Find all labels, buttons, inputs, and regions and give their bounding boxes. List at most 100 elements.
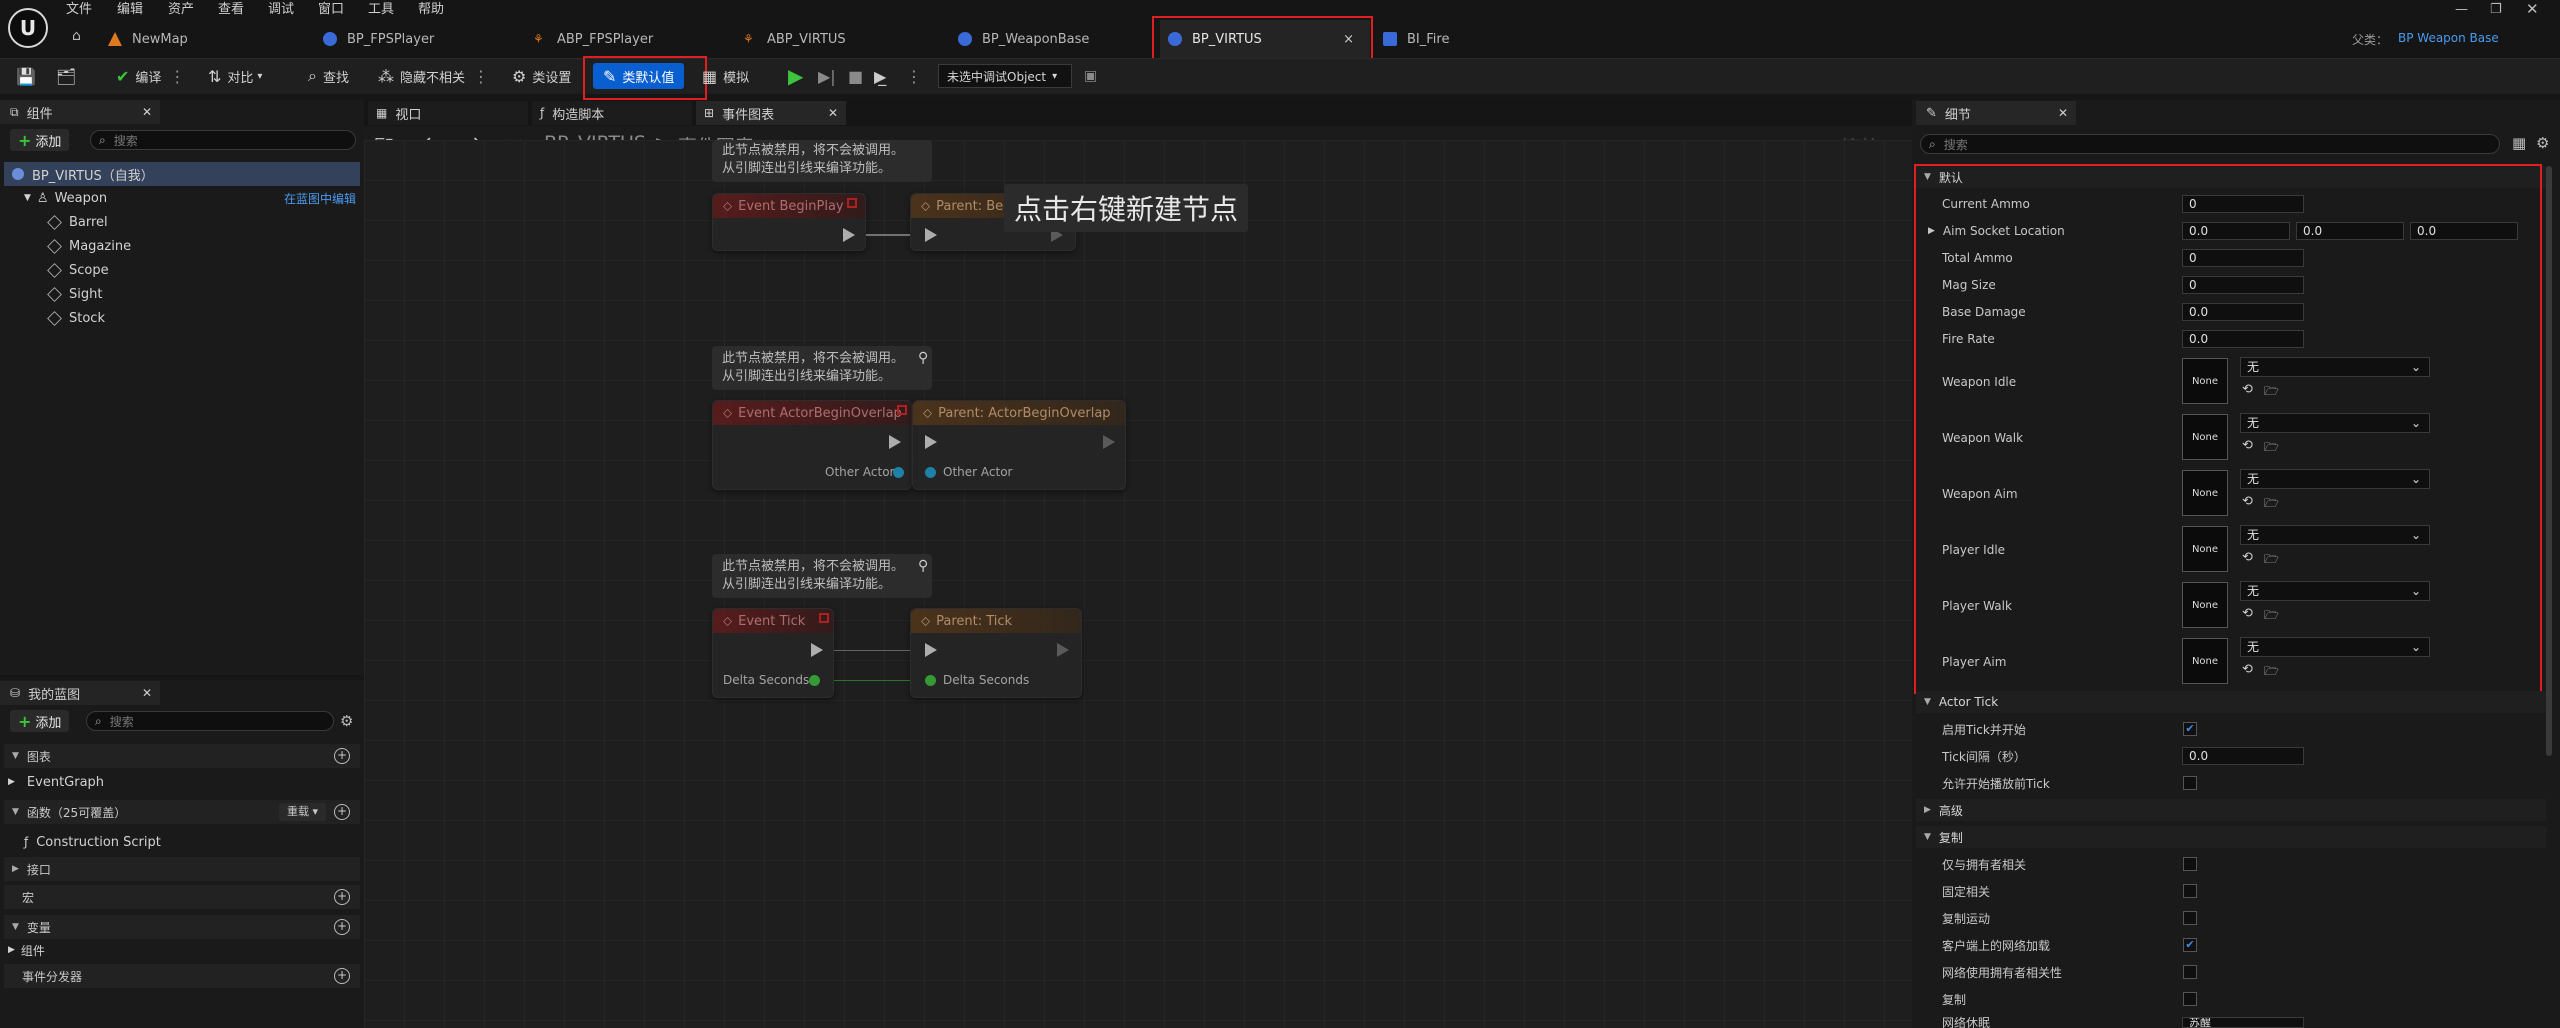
node-event-actor-begin-overlap[interactable]: ⬦ Event ActorBeginOverlap Other Actor	[712, 400, 912, 490]
object-out-pin[interactable]	[893, 467, 904, 478]
tab-bi-fire[interactable]: BI_Fire	[1375, 20, 1575, 58]
tab-newmap[interactable]: NewMap	[100, 20, 310, 58]
section-interfaces[interactable]: ▶ 接口	[4, 857, 360, 881]
browse-icon[interactable]: 🗂	[56, 62, 82, 90]
note-pin-icon[interactable]: ⚲	[918, 558, 928, 574]
exec-out-pin[interactable]	[811, 643, 823, 657]
node-event-tick[interactable]: ⬦ Event Tick Delta Seconds	[712, 608, 834, 698]
menu-asset[interactable]: 资产	[168, 0, 194, 20]
play-button[interactable]: ▶	[788, 62, 803, 90]
add-function-icon[interactable]: +	[334, 804, 350, 820]
float-out-pin[interactable]	[809, 675, 820, 686]
use-owner-relevancy-checkbox[interactable]	[2183, 965, 2197, 979]
tree-row-magazine[interactable]: Magazine	[47, 234, 131, 258]
section-functions[interactable]: ▼ 函数（25可覆盖） 重载 ▾ +	[4, 800, 360, 824]
tree-row-barrel[interactable]: Barrel	[47, 210, 108, 234]
tree-row-components[interactable]: ▶ 组件	[8, 938, 45, 962]
menu-debug[interactable]: 调试	[268, 0, 294, 20]
replicate-movement-checkbox[interactable]	[2183, 911, 2197, 925]
unreal-logo-icon[interactable]: U	[8, 8, 48, 48]
node-event-beginplay[interactable]: ⬦ Event BeginPlay	[712, 193, 866, 251]
tree-row-stock[interactable]: Stock	[47, 306, 105, 330]
menu-help[interactable]: 帮助	[418, 0, 444, 20]
stop-button[interactable]: ■	[848, 62, 863, 90]
menu-edit[interactable]: 编辑	[117, 0, 143, 20]
exec-out-pin[interactable]	[1057, 643, 1069, 657]
edit-in-blueprint-link[interactable]: 在蓝图中编辑	[284, 190, 356, 207]
section-variables[interactable]: ▼ 变量 +	[4, 915, 360, 939]
save-icon[interactable]: 💾	[16, 62, 42, 90]
grid-view-icon[interactable]: ▦	[2512, 134, 2526, 152]
home-icon[interactable]: ⌂	[72, 28, 81, 44]
exec-out-pin[interactable]	[1103, 435, 1115, 449]
my-blueprint-search-input[interactable]: ⌕ 搜索	[86, 711, 334, 731]
tick-start-checkbox[interactable]: ✔	[2183, 722, 2197, 736]
compile-button[interactable]: ✔ 编译 ⋮	[116, 62, 185, 90]
gear-icon[interactable]: ⚙	[340, 712, 353, 730]
tree-row-construction-script[interactable]: ƒ Construction Script	[24, 830, 161, 854]
parent-class-link[interactable]: BP Weapon Base	[2398, 31, 2499, 45]
always-relevant-checkbox[interactable]	[2183, 884, 2197, 898]
node-parent-tick[interactable]: ⬦ Parent: Tick Delta Seconds	[910, 608, 1082, 698]
float-in-pin[interactable]	[925, 675, 936, 686]
menu-file[interactable]: 文件	[66, 0, 92, 20]
exec-out-pin[interactable]	[843, 228, 855, 242]
class-settings-button[interactable]: ⚙ 类设置	[512, 62, 571, 90]
tab-bp-weaponbase[interactable]: BP_WeaponBase	[950, 20, 1150, 58]
net-dormancy-dropdown[interactable]: 苏醒	[2182, 1017, 2304, 1028]
section-macros[interactable]: 宏 +	[4, 885, 360, 909]
section-replication[interactable]: ▼ 复制	[1916, 826, 2546, 848]
tree-row-root[interactable]: BP_VIRTUS（自我）	[4, 162, 360, 186]
step-button[interactable]: ▶|	[818, 62, 836, 90]
replicates-checkbox[interactable]	[2183, 992, 2197, 1006]
hide-unrelated-button[interactable]: ⁂ 隐藏不相关 ⋮	[378, 62, 489, 90]
tree-row-eventgraph[interactable]: ▶ EventGraph	[8, 770, 104, 794]
details-scrollbar[interactable]	[2546, 166, 2552, 756]
section-graphs[interactable]: ▼ 图表 +	[4, 744, 360, 768]
add-dispatcher-icon[interactable]: +	[334, 968, 350, 984]
menu-window[interactable]: 窗口	[318, 0, 344, 20]
close-icon[interactable]: ✕	[2058, 106, 2068, 120]
add-variable-icon[interactable]: +	[334, 919, 350, 935]
debug-object-select[interactable]: 未选中调试Object ▾	[938, 64, 1072, 88]
section-advanced[interactable]: ▶ 高级	[1916, 799, 2546, 821]
eject-button[interactable]: ▶̲	[874, 62, 886, 90]
exec-in-pin[interactable]	[925, 643, 937, 657]
close-icon[interactable]: ✕	[828, 106, 838, 120]
components-tab[interactable]: ⧉ 组件 ✕	[0, 100, 160, 124]
my-blueprint-tab[interactable]: ⛁ 我的蓝图 ✕	[0, 681, 160, 705]
play-options-menu[interactable]: ⋮	[906, 62, 922, 90]
note-pin-icon[interactable]: ⚲	[918, 350, 928, 366]
section-actor-tick[interactable]: ▼ Actor Tick	[1916, 691, 2546, 713]
add-graph-icon[interactable]: +	[334, 748, 350, 764]
tree-row-weapon[interactable]: ▼ ♙ Weapon 在蓝图中编辑	[24, 186, 360, 210]
net-load-client-checkbox[interactable]: ✔	[2183, 938, 2197, 952]
add-macro-icon[interactable]: +	[334, 889, 350, 905]
tick-before-begin-checkbox[interactable]	[2183, 776, 2197, 790]
close-icon[interactable]: ✕	[142, 105, 152, 119]
tick-interval-field[interactable]: 0.0	[2182, 747, 2304, 765]
object-in-pin[interactable]	[925, 467, 936, 478]
details-tab[interactable]: ✎ 细节 ✕	[1916, 101, 2076, 125]
diff-button[interactable]: ⇅ 对比 ▾	[208, 62, 262, 90]
override-dropdown[interactable]: 重载 ▾	[278, 803, 326, 821]
tree-row-scope[interactable]: Scope	[47, 258, 109, 282]
tab-abp-virtus[interactable]: ⚘ ABP_VIRTUS	[735, 20, 940, 58]
tab-abp-fpsplayer[interactable]: ⚘ ABP_FPSPlayer	[525, 20, 730, 58]
event-graph-canvas[interactable]	[364, 140, 1924, 1028]
exec-out-pin[interactable]	[889, 435, 901, 449]
gear-icon[interactable]: ⚙	[2536, 134, 2549, 152]
details-search-input[interactable]: ⌕ 搜索	[1920, 134, 2500, 154]
add-component-button[interactable]: + 添加	[10, 129, 70, 151]
add-member-button[interactable]: + 添加	[10, 710, 70, 732]
tab-viewport[interactable]: ▦ 视口	[368, 101, 528, 125]
minimize-icon[interactable]: —	[2455, 2, 2468, 17]
close-window-icon[interactable]: ✕	[2526, 0, 2539, 18]
find-button[interactable]: ⌕ 查找	[308, 62, 349, 90]
tab-event-graph[interactable]: ⊞ 事件图表 ✕	[696, 101, 846, 125]
debug-filter-icon[interactable]: ▣	[1084, 62, 1097, 90]
restore-icon[interactable]: ❐	[2490, 2, 2502, 17]
section-dispatchers[interactable]: 事件分发器 +	[4, 964, 360, 988]
components-search-input[interactable]: ⌕ 搜索	[90, 130, 356, 150]
menu-view[interactable]: 查看	[218, 0, 244, 20]
